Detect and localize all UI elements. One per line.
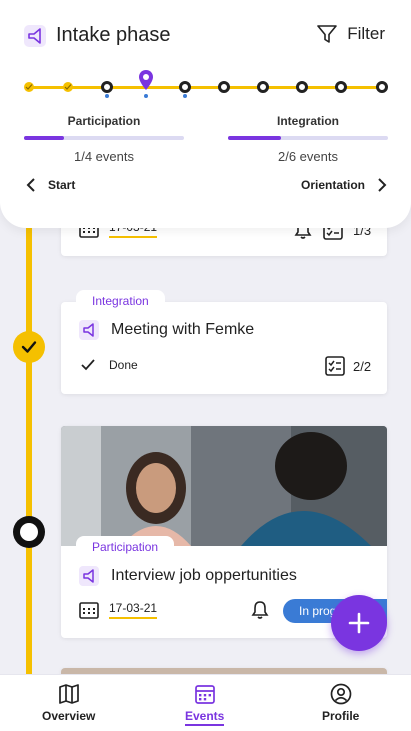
megaphone-icon — [79, 566, 99, 586]
filter-icon — [317, 25, 338, 43]
megaphone-icon — [24, 24, 46, 47]
next-phase-button[interactable]: Orientation — [301, 178, 387, 192]
task-count: 2/2 — [353, 358, 372, 374]
phase-count: 2/6 events — [278, 149, 338, 164]
chevron-left-icon — [26, 178, 35, 192]
plus-icon — [348, 612, 370, 634]
megaphone-icon — [79, 320, 99, 340]
calendar-icon — [79, 602, 99, 619]
map-icon — [58, 684, 79, 704]
add-event-button[interactable] — [331, 595, 387, 651]
event-title: Meeting with Femke — [111, 321, 255, 338]
check-icon — [21, 341, 37, 353]
chevron-right-icon — [378, 178, 387, 192]
check-icon — [81, 359, 95, 371]
step[interactable] — [257, 81, 269, 93]
phase-count: 1/4 events — [74, 149, 134, 164]
event-title: Interview job oppertunities — [111, 567, 297, 584]
bottom-navigation: Overview Events Profile — [0, 674, 411, 731]
event-status: Done — [109, 358, 138, 372]
step[interactable] — [101, 81, 113, 93]
location-pin-icon[interactable] — [139, 70, 153, 90]
phase-progress-bar — [228, 136, 388, 140]
step[interactable] — [335, 81, 347, 93]
nav-label: Events — [185, 709, 225, 726]
phase-integration[interactable]: Integration 2/6 events — [228, 114, 388, 164]
phase-progress-track — [28, 86, 382, 89]
step[interactable] — [376, 81, 388, 93]
profile-icon — [330, 683, 352, 705]
step[interactable] — [179, 81, 191, 93]
nav-events[interactable]: Events — [185, 683, 225, 726]
nav-label: Profile — [322, 709, 360, 723]
step-indicator — [183, 94, 187, 98]
step-indicator — [144, 94, 148, 98]
timeline-node-current — [13, 516, 45, 548]
step[interactable] — [218, 81, 230, 93]
category-tag: Participation — [76, 536, 175, 558]
phase-label: Integration — [277, 114, 339, 128]
timeline-node-done — [13, 331, 45, 363]
nav-label: Overview — [42, 709, 96, 723]
bell-icon[interactable] — [250, 600, 270, 620]
next-phase-label: Orientation — [300, 178, 365, 192]
calendar-icon — [194, 685, 215, 704]
step[interactable] — [296, 81, 308, 93]
page-title: Intake phase — [56, 24, 171, 46]
previous-phase-button[interactable]: Start — [26, 178, 75, 192]
nav-overview[interactable]: Overview — [42, 683, 95, 723]
filter-label: Filter — [347, 24, 385, 43]
event-photo — [61, 426, 387, 546]
filter-button[interactable]: Filter — [317, 24, 385, 44]
previous-phase-label: Start — [48, 178, 76, 192]
step-done[interactable] — [63, 82, 73, 92]
phase-progress-bar — [24, 136, 184, 140]
step-indicator — [105, 94, 109, 98]
phase-header: Intake phase Filter Participation 1/4 ev… — [0, 0, 411, 228]
phase-label: Participation — [67, 114, 141, 128]
event-date: 17-03-21 — [109, 601, 158, 619]
nav-profile[interactable]: Profile — [322, 683, 359, 723]
event-card-meeting[interactable]: Meeting with Femke Done 2/2 — [61, 302, 387, 394]
timeline-spine — [26, 200, 32, 680]
interview-photo — [61, 426, 387, 546]
step-done[interactable] — [24, 82, 34, 92]
phase-participation[interactable]: Participation 1/4 events — [24, 114, 184, 164]
checklist-icon — [325, 356, 345, 376]
category-tag: Integration — [76, 290, 165, 312]
